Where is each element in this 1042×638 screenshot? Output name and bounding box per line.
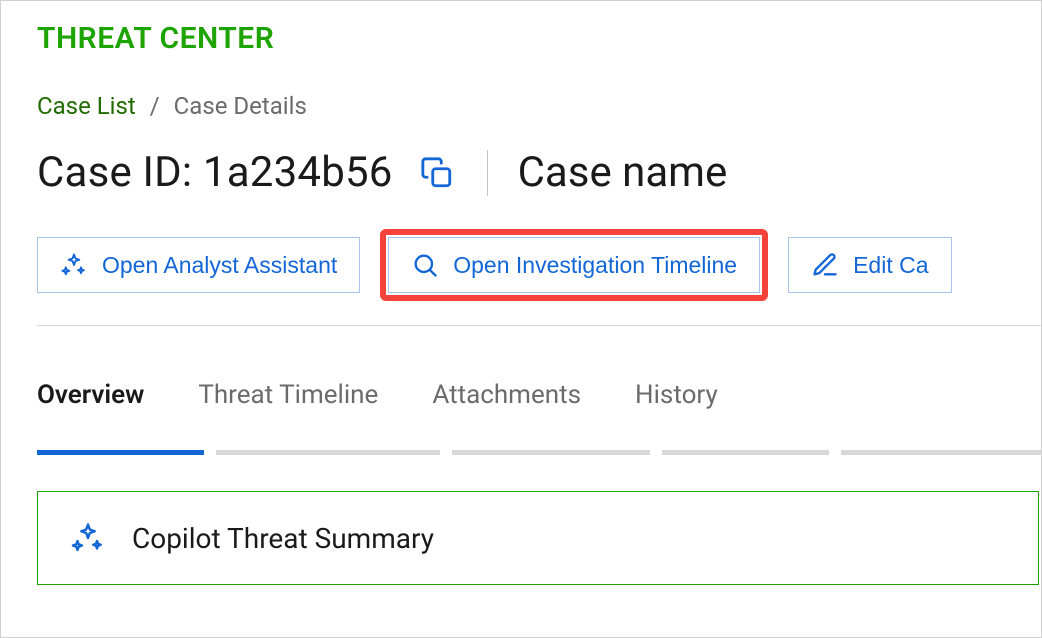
case-name: Case name bbox=[518, 148, 728, 197]
vertical-divider bbox=[487, 150, 488, 196]
tab-underline bbox=[452, 450, 650, 455]
copilot-summary-card: Copilot Threat Summary bbox=[37, 491, 1039, 585]
tab-threat-timeline[interactable]: Threat Timeline bbox=[198, 380, 378, 414]
tab-underline bbox=[841, 450, 1041, 455]
open-investigation-timeline-button[interactable]: Open Investigation Timeline bbox=[388, 237, 760, 293]
tab-underline-active bbox=[37, 450, 204, 455]
copy-icon[interactable] bbox=[417, 153, 457, 193]
breadcrumb-current: Case Details bbox=[174, 92, 307, 120]
breadcrumb: Case List / Case Details bbox=[37, 92, 1041, 120]
page-title: THREAT CENTER bbox=[37, 21, 1041, 56]
edit-case-button[interactable]: Edit Ca bbox=[788, 237, 951, 293]
breadcrumb-case-list-link[interactable]: Case List bbox=[37, 92, 136, 120]
case-id: Case ID: 1a234b56 bbox=[37, 148, 393, 197]
tab-attachments[interactable]: Attachments bbox=[432, 380, 581, 414]
tab-underline bbox=[662, 450, 829, 455]
edit-icon bbox=[811, 251, 839, 279]
case-header: Case ID: 1a234b56 Case name bbox=[37, 148, 1041, 197]
breadcrumb-separator: / bbox=[150, 92, 160, 120]
open-investigation-timeline-label: Open Investigation Timeline bbox=[453, 252, 737, 279]
tab-overview[interactable]: Overview bbox=[37, 380, 144, 414]
action-button-row: Open Analyst Assistant Open Investigatio… bbox=[37, 229, 1041, 301]
highlighted-action-box: Open Investigation Timeline bbox=[380, 229, 768, 301]
tab-history[interactable]: History bbox=[635, 380, 718, 414]
open-analyst-assistant-label: Open Analyst Assistant bbox=[102, 252, 337, 279]
open-analyst-assistant-button[interactable]: Open Analyst Assistant bbox=[37, 237, 360, 293]
copilot-summary-title: Copilot Threat Summary bbox=[132, 522, 434, 555]
tabs-row: Overview Threat Timeline Attachments His… bbox=[37, 380, 1041, 414]
sparkle-icon bbox=[60, 251, 88, 279]
edit-case-label: Edit Ca bbox=[853, 252, 928, 279]
search-icon bbox=[411, 251, 439, 279]
sparkle-icon bbox=[70, 520, 106, 556]
horizontal-divider bbox=[37, 325, 1041, 326]
tab-underlines bbox=[37, 450, 1041, 455]
tab-underline bbox=[216, 450, 440, 455]
